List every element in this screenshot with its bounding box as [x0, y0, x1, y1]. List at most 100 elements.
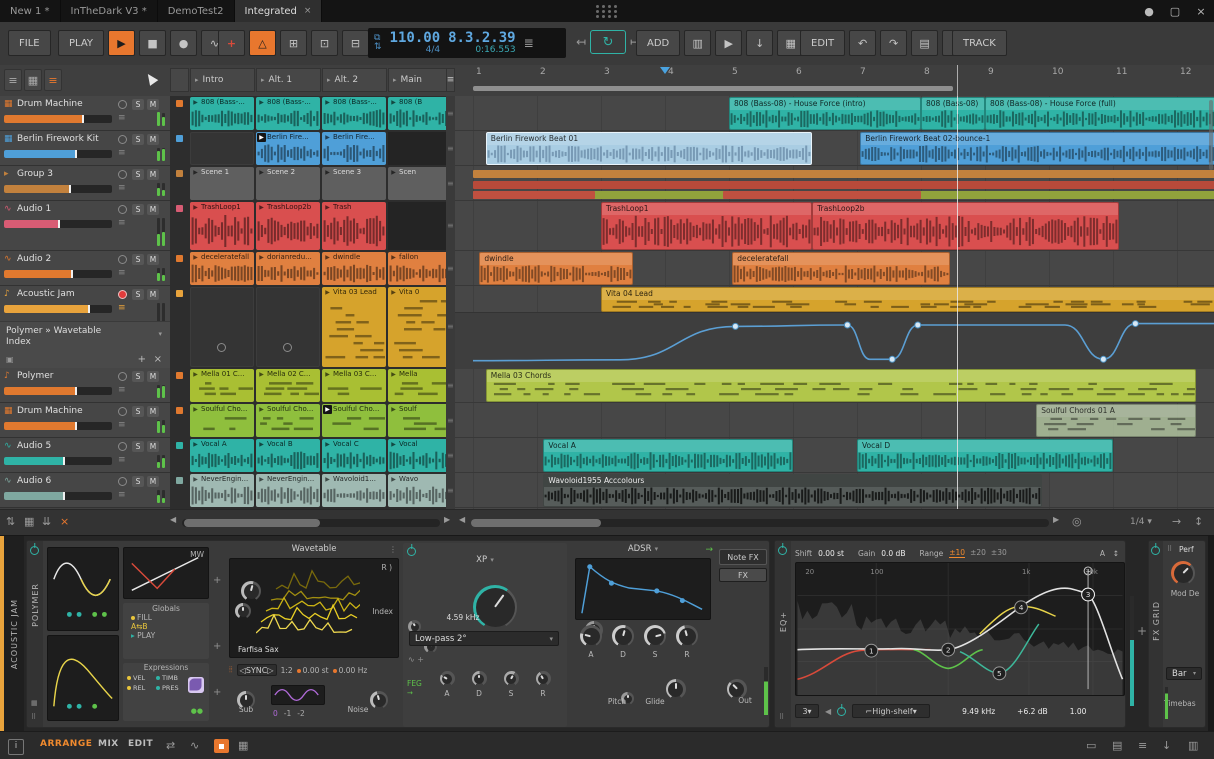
ruler-range-bar[interactable] [473, 86, 953, 91]
fill-button[interactable]: FILL [137, 613, 152, 622]
lanes-icon[interactable]: ≡ [118, 420, 126, 430]
clip-stop-track-button[interactable] [176, 170, 183, 177]
clip-play-button[interactable]: ▶ [323, 253, 332, 262]
fader-handle[interactable] [75, 422, 77, 430]
arranger-clip[interactable]: 808 (Bass-08) - House Force (full) [985, 97, 1214, 130]
arranger-clip[interactable]: Vocal A [543, 439, 794, 472]
env-a-knob[interactable] [580, 625, 602, 647]
arranger-clip[interactable]: Soulful Chords 01 A [1036, 404, 1197, 437]
zoom-fit-icon[interactable]: ◎ [1072, 515, 1082, 528]
clip-play-button[interactable]: ▶ [191, 440, 200, 449]
solo-button[interactable]: S [132, 169, 144, 180]
solo-button[interactable]: S [132, 476, 144, 487]
track-list-icon[interactable]: ≡ [4, 69, 22, 91]
empty-clip-slot[interactable] [190, 132, 254, 165]
mute-button[interactable]: M [147, 204, 159, 215]
clip-play-button[interactable]: ▶ [389, 253, 398, 262]
status-circle-icon[interactable]: ● [1136, 0, 1162, 22]
play-mode-button[interactable]: PLAY [137, 631, 155, 640]
clip-play-button[interactable]: ▶ [257, 253, 266, 262]
lanes-icon[interactable]: ≡ [118, 455, 126, 465]
clip-stop-track-button[interactable] [176, 372, 183, 379]
arranger-track-lane-9[interactable]: Wavoloid1955 Acccolours [455, 473, 1214, 508]
edit-menu-button[interactable]: EDIT [800, 30, 846, 56]
note-editor-icon[interactable]: ▤ [1112, 739, 1122, 752]
solo-button[interactable]: S [132, 371, 144, 382]
env-d-knob[interactable] [471, 671, 487, 686]
wavetable-rt-icons[interactable]: R ) [381, 563, 392, 572]
clip-play-button[interactable]: ▶ [191, 370, 200, 379]
clip-stop-track-button[interactable] [176, 255, 183, 262]
arranger-scroll-right-button[interactable]: ▶ [1053, 515, 1059, 524]
eq-band-type-select[interactable]: ⌐ High-shelf ▾ [852, 704, 931, 718]
lanes-icon[interactable]: ≡ [118, 148, 126, 158]
punch-in-button[interactable]: ⊡ [311, 30, 338, 56]
stop-button[interactable]: ■ [139, 30, 167, 56]
mod-depth-knob[interactable] [1171, 561, 1195, 585]
scene-play-icon[interactable]: ▸ [393, 76, 397, 84]
mute-button[interactable]: M [147, 134, 159, 145]
track-grip-handle[interactable]: ≡ [447, 179, 454, 188]
eq-gain-value[interactable]: 0.0 dB [881, 549, 905, 558]
arm-button[interactable] [118, 407, 127, 416]
arm-button[interactable] [118, 477, 127, 486]
arranger-track-lane-0[interactable]: 808 (Bass-08) - House Force (intro) 808 (… [455, 96, 1214, 131]
arm-button[interactable] [118, 100, 127, 109]
octave-option[interactable]: 0 [273, 709, 278, 718]
mute-button[interactable]: M [147, 406, 159, 417]
launcher-clip[interactable]: ▶ TrashLoop2b [256, 202, 320, 250]
clip-play-button[interactable]: ▶ [389, 475, 398, 484]
chooser-add-button[interactable]: + [138, 354, 146, 365]
arm-button[interactable] [118, 290, 127, 299]
metronome-button[interactable]: △ [249, 30, 276, 56]
grid-size-select[interactable]: 1/4 ▾ [1130, 517, 1152, 527]
launcher-clip[interactable]: ▶ Vocal [388, 439, 452, 472]
fader-handle[interactable] [71, 270, 73, 278]
arm-button[interactable] [118, 205, 127, 214]
arm-button[interactable] [118, 135, 127, 144]
eq-shift-value[interactable]: 0.00 st [818, 549, 844, 558]
track-grip-handle[interactable]: ≡ [447, 221, 454, 230]
add-menu-button[interactable]: ADD [636, 30, 681, 56]
clip-play-button[interactable]: ▶ [323, 168, 332, 177]
fader-handle[interactable] [63, 492, 65, 500]
octave-option[interactable]: -1 [284, 709, 291, 718]
chooser-module-icon[interactable]: ▣ [6, 355, 14, 364]
env-d-knob[interactable] [612, 625, 634, 647]
undo-button[interactable]: ↶ [849, 30, 877, 56]
launcher-scrollbar-thumb[interactable] [184, 519, 320, 527]
env-route-icon[interactable]: → [705, 545, 713, 555]
chooser-close-button[interactable]: × [154, 354, 162, 365]
fx-grid-power-button[interactable] [1151, 546, 1160, 555]
lanes-icon[interactable]: ≡ [118, 385, 126, 395]
eq-auto-icon[interactable]: A [1100, 549, 1105, 558]
volume-fader[interactable] [4, 220, 112, 228]
arranger-clip[interactable]: 808 (Bass-08) [921, 97, 985, 130]
clip-play-button[interactable]: ▶ [389, 440, 398, 449]
launcher-clip[interactable]: ▶ Mella 02 C... [256, 369, 320, 402]
project-tab-3[interactable]: Integrated × [234, 0, 323, 22]
launcher-clip[interactable]: ▶ 808 (Bass-... [256, 97, 320, 130]
add-audio-track-button[interactable]: ▶ [715, 30, 743, 56]
copy-button[interactable]: ▤ [911, 30, 939, 56]
volume-fader[interactable] [4, 270, 112, 278]
solo-button[interactable]: S [132, 254, 144, 265]
launcher-clip[interactable]: ▶ Soulful Cho... [190, 404, 254, 437]
scene-play-icon[interactable]: ▸ [261, 76, 265, 84]
arranger-track-lane-6[interactable]: Mella 03 Chords [455, 368, 1214, 403]
clip-play-button[interactable]: ▶ [191, 98, 200, 107]
detune-hz-value[interactable]: 0.00 Hz [332, 666, 367, 675]
eq-band-power-button[interactable] [837, 706, 847, 716]
clip-stop-track-button[interactable] [176, 100, 183, 107]
record-button[interactable]: ● [170, 30, 198, 56]
arranger-clip[interactable]: TrashLoop1 [601, 202, 812, 250]
lanes-icon[interactable]: ≡ [44, 69, 62, 91]
track-grip-handle[interactable]: ≡ [447, 416, 454, 425]
track-grip-handle[interactable]: ≡ [447, 381, 454, 390]
track-header-7[interactable]: ▦ Drum Machine S M ≡ [0, 403, 170, 438]
expression-rel[interactable]: REL [127, 684, 156, 692]
launcher-clip[interactable]: ▶ Scene 1 [190, 167, 254, 200]
eq-fit-icon[interactable]: ↕ [1113, 549, 1119, 558]
track-grip-handle[interactable]: ≡ [447, 322, 454, 331]
env-a-knob[interactable] [439, 671, 455, 686]
